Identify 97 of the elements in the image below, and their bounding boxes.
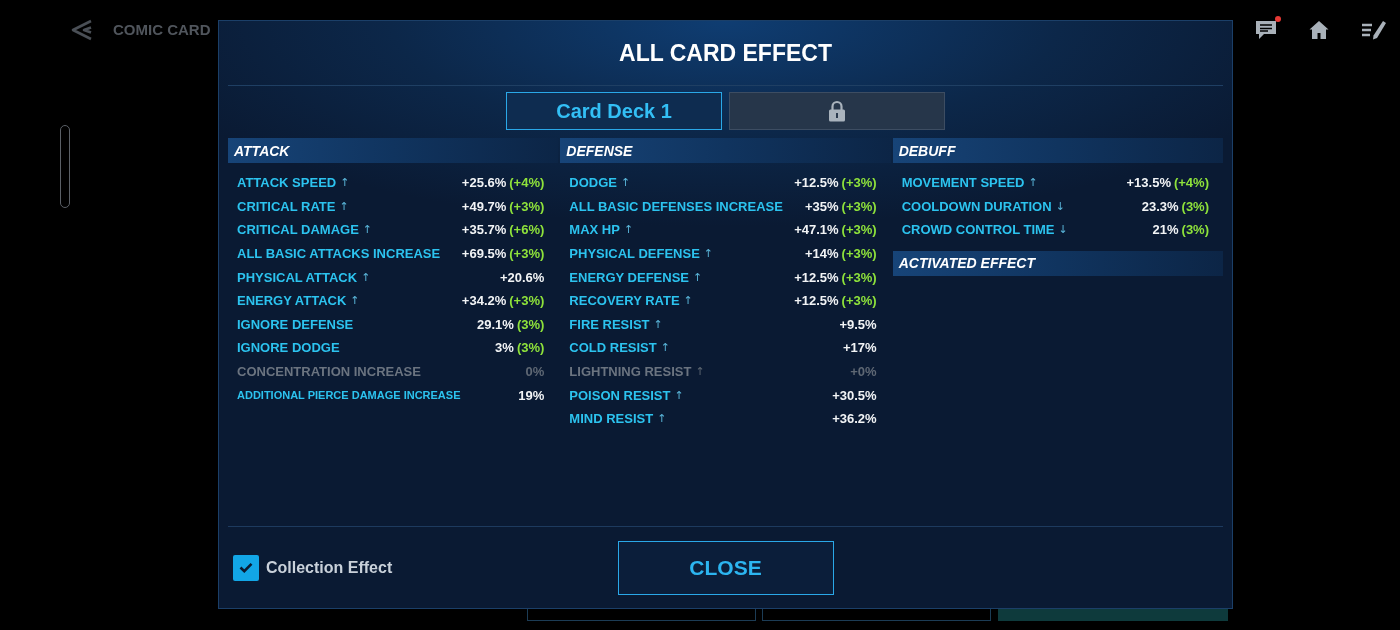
stat-bonus: (+4%): [509, 176, 545, 190]
stat-value: +14%: [805, 247, 839, 261]
stat-label: ENERGY DEFENSE: [569, 270, 689, 284]
stat-bonus: (+3%): [841, 176, 877, 190]
stat-bonus: (3%): [516, 317, 545, 331]
list-pen-icon[interactable]: [1361, 20, 1386, 40]
stat-label: CRITICAL DAMAGE: [237, 223, 359, 237]
stat-value: 19%: [518, 388, 545, 402]
stat-bonus: (+3%): [841, 294, 877, 308]
stat-value: +47.1%: [794, 223, 839, 237]
stat-value: 23.3%: [1141, 199, 1179, 213]
stat-label: ATTACK SPEED: [237, 176, 337, 190]
stat-label: CRITICAL RATE: [237, 199, 336, 213]
stat-bonus: (+3%): [509, 294, 545, 308]
stat-label: RECOVERY RATE: [569, 294, 680, 308]
stat-arrow: ↑: [653, 318, 663, 330]
stat-bonus: (3%): [1181, 223, 1209, 237]
stat-arrow: ↑: [1028, 177, 1038, 189]
stat-label: CONCENTRATION INCREASE: [237, 365, 421, 379]
stat-value: +12.5%: [794, 176, 839, 190]
section-header: ACTIVATED EFFECT: [892, 250, 1223, 276]
stat-value: +9.5%: [839, 317, 877, 331]
stat-label: ALL BASIC ATTACKS INCREASE: [237, 247, 441, 261]
stat-label: IGNORE DEFENSE: [237, 317, 354, 331]
stat-arrow: ↑: [340, 177, 350, 189]
close-button[interactable]: CLOSE: [617, 540, 834, 595]
stat-arrow: ↑: [660, 342, 670, 354]
stat-value: +30.5%: [832, 388, 877, 402]
stat-label: COOLDOWN DURATION: [901, 199, 1052, 213]
stat-bonus: (+3%): [841, 223, 877, 237]
stat-arrow: ↑: [695, 366, 705, 378]
stat-bonus: (+3%): [841, 270, 877, 284]
home-icon[interactable]: [1309, 20, 1329, 40]
stat-label: LIGHTNING RESIST: [569, 365, 692, 379]
page-title: COMIC CARD: [113, 19, 211, 40]
stat-bonus: (+6%): [509, 223, 545, 237]
stat-value: +36.2%: [832, 412, 877, 426]
checkbox[interactable]: [233, 554, 259, 581]
stat-value: 0%: [525, 365, 545, 379]
stat-value: +35%: [805, 199, 839, 213]
stat-arrow: ↑: [657, 413, 667, 425]
stat-bonus: (3%): [1181, 199, 1209, 213]
stat-value: +25.6%: [461, 176, 507, 190]
stat-bonus: (3%): [516, 341, 545, 355]
stat-value: +49.7%: [461, 199, 507, 213]
dialog-title: ALL CARD EFFECT: [619, 41, 832, 65]
stat-value: 29.1%: [477, 317, 514, 331]
stat-value: +13.5%: [1126, 176, 1171, 190]
stat-value: +69.5%: [461, 247, 507, 261]
stat-bonus: (+4%): [1173, 176, 1209, 190]
check-icon: [239, 562, 253, 573]
stat-value: 21%: [1152, 223, 1179, 237]
stat-label: ALL BASIC DEFENSES INCREASE: [569, 199, 783, 213]
stat-value: +20.6%: [499, 270, 545, 284]
stat-label: CROWD CONTROL TIME: [901, 223, 1055, 237]
stat-arrow: ↓: [1055, 200, 1065, 212]
stat-bonus: (+3%): [841, 199, 877, 213]
stat-arrow: ↑: [350, 295, 360, 307]
section-header: ATTACK: [228, 138, 559, 163]
stat-label: ADDITIONAL PIERCE DAMAGE INCREASE: [237, 389, 461, 401]
stat-label: IGNORE DODGE: [237, 341, 340, 355]
stat-label: DODGE: [569, 176, 617, 190]
stat-arrow: ↑: [339, 200, 349, 212]
stat-label: COLD RESIST: [569, 341, 657, 355]
stat-value: +12.5%: [794, 270, 839, 284]
stat-value: +0%: [850, 365, 877, 379]
stat-bonus: (+3%): [509, 199, 545, 213]
stat-arrow: ↑: [361, 271, 371, 283]
stat-arrow: ↑: [362, 224, 373, 236]
stat-label: POISON RESIST: [569, 388, 671, 402]
checkbox-label: Collection Effect: [266, 557, 393, 578]
stat-arrow: ↑: [621, 177, 631, 189]
chat-icon[interactable]: [1255, 20, 1277, 40]
deck-tab[interactable]: [729, 92, 945, 130]
stat-label: MAX HP: [569, 223, 620, 237]
stat-value: +17%: [843, 341, 877, 355]
deck-tab[interactable]: Card Deck 1: [506, 92, 722, 130]
stat-arrow: ↑: [693, 271, 703, 283]
stat-label: FIRE RESIST: [569, 317, 650, 331]
stat-arrow: ↓: [1058, 224, 1068, 236]
stat-value: +12.5%: [794, 294, 839, 308]
section-header: DEFENSE: [560, 138, 891, 163]
stat-arrow: ↑: [623, 224, 634, 236]
stat-label: MIND RESIST: [569, 412, 654, 426]
stat-label: ENERGY ATTACK: [237, 294, 347, 308]
stat-value: 3%: [495, 341, 514, 355]
stat-label: MOVEMENT SPEED: [901, 176, 1025, 190]
stat-value: +35.7%: [461, 223, 507, 237]
stat-label: PHYSICAL ATTACK: [237, 270, 358, 284]
stat-bonus: (+3%): [509, 247, 545, 261]
stat-arrow: ↑: [703, 248, 714, 260]
stat-arrow: ↑: [674, 389, 684, 401]
stat-arrow: ↑: [683, 295, 693, 307]
stat-label: PHYSICAL DEFENSE: [569, 247, 700, 261]
stat-value: +34.2%: [461, 294, 507, 308]
stat-bonus: (+3%): [841, 247, 877, 261]
section-header: DEBUFF: [892, 138, 1223, 163]
